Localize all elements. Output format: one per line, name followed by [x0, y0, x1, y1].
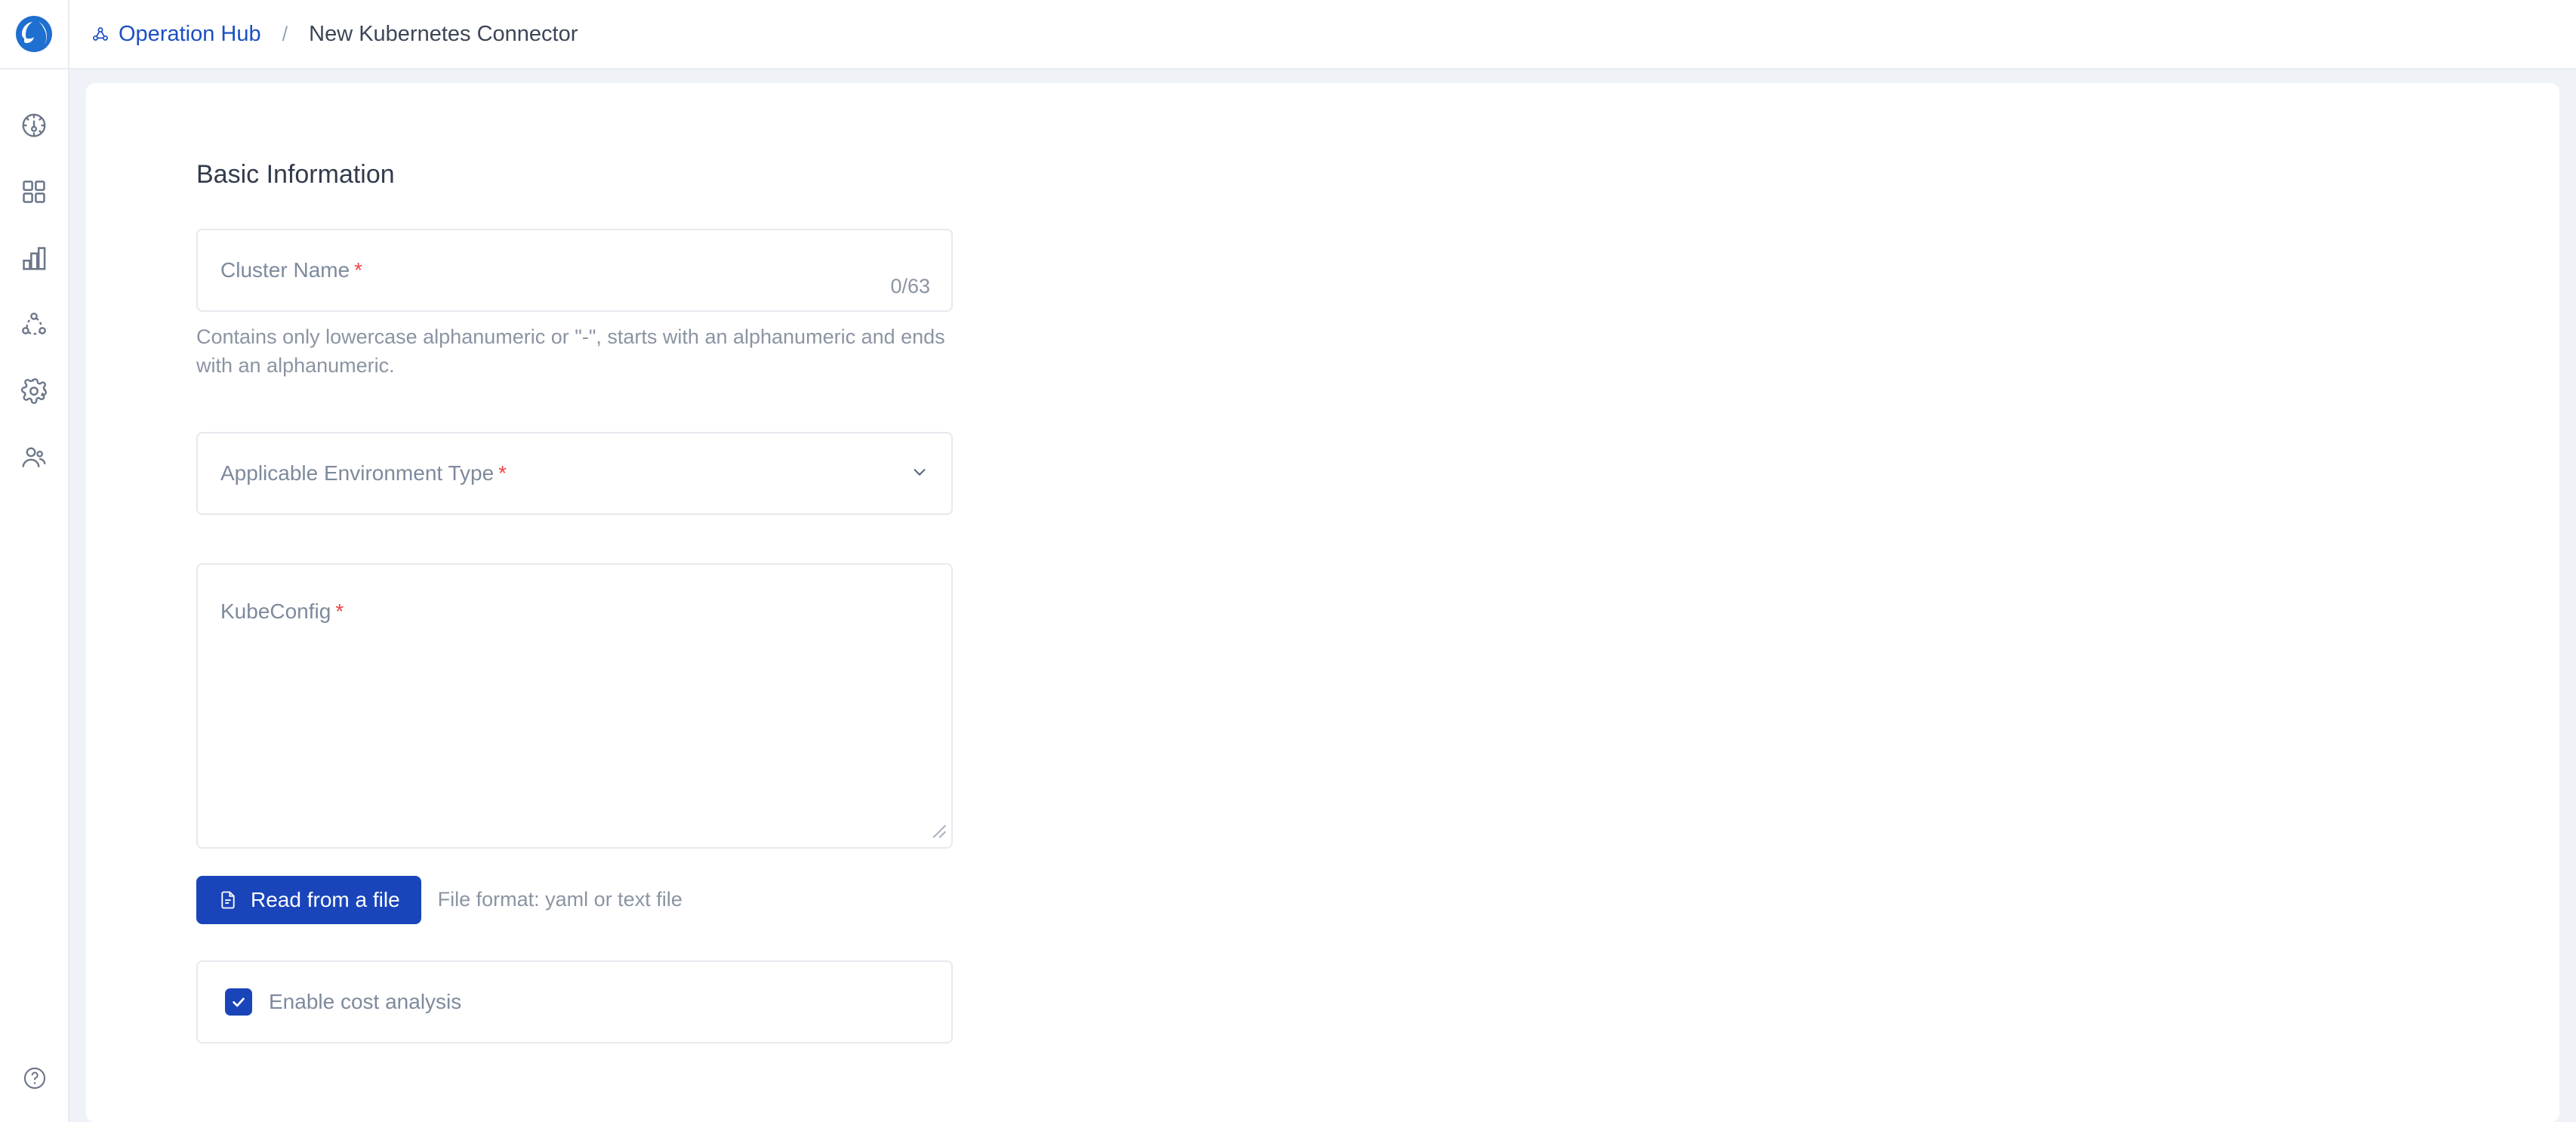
sidebar-items: [0, 92, 69, 491]
cluster-name-counter: 0/63: [890, 275, 930, 297]
main-area: Operation Hub / New Kubernetes Connector…: [69, 0, 2576, 1122]
breadcrumb-operation-hub[interactable]: Operation Hub: [91, 22, 261, 47]
users-icon: [22, 447, 46, 467]
sidebar-item-applications[interactable]: [0, 159, 69, 225]
file-document-icon: [221, 891, 235, 909]
required-asterisk: *: [354, 258, 363, 282]
cluster-name-label-text: Cluster Name: [220, 258, 350, 282]
resize-handle[interactable]: [927, 819, 947, 843]
app-logo[interactable]: [0, 0, 69, 69]
whale-logo-icon: [16, 16, 52, 52]
network-nodes-icon: [22, 313, 46, 335]
read-from-file-button[interactable]: Read from a file: [196, 875, 421, 924]
breadcrumb-separator: /: [282, 22, 288, 45]
help-circle-icon: [23, 1067, 46, 1090]
sidebar: [0, 0, 69, 1122]
grid-apps-icon: [23, 180, 45, 203]
enable-cost-analysis-checkbox[interactable]: [225, 988, 252, 1016]
file-row: Read from a file File format: yaml or te…: [196, 875, 953, 924]
breadcrumb-hub-label: Operation Hub: [119, 21, 261, 46]
kubeconfig-textarea[interactable]: KubeConfig *: [196, 563, 953, 849]
enable-cost-analysis-row[interactable]: Enable cost analysis: [196, 960, 953, 1043]
breadcrumb-current-page: New Kubernetes Connector: [309, 21, 578, 46]
read-from-file-label: Read from a file: [251, 887, 400, 911]
kubeconfig-label-text: KubeConfig: [220, 599, 331, 623]
content-card: Basic Information Cluster Name * 0/63 Con…: [86, 83, 2559, 1122]
breadcrumb: Operation Hub / New Kubernetes Connector: [69, 0, 2576, 69]
environment-type-select[interactable]: Applicable Environment Type *: [196, 431, 953, 515]
sidebar-item-dashboard[interactable]: [0, 92, 69, 159]
app-root: Operation Hub / New Kubernetes Connector…: [0, 0, 2576, 1122]
cluster-name-field[interactable]: Cluster Name * 0/63: [196, 229, 953, 312]
checkmark-icon: [233, 997, 245, 1007]
page-title: Basic Information: [196, 160, 395, 189]
sidebar-item-reports[interactable]: [0, 225, 69, 291]
kubeconfig-label: KubeConfig *: [220, 600, 344, 624]
sidebar-item-users[interactable]: [0, 424, 69, 491]
gauge-icon: [22, 113, 46, 137]
network-hub-icon: [93, 27, 108, 41]
required-asterisk: *: [335, 599, 344, 623]
sidebar-item-help[interactable]: [0, 1056, 69, 1101]
required-asterisk: *: [498, 461, 507, 485]
cluster-name-helper-text: Contains only lowercase alphanumeric or …: [196, 325, 945, 378]
gear-icon: [21, 378, 47, 404]
sidebar-item-settings[interactable]: [0, 358, 69, 424]
file-format-note: File format: yaml or text file: [437, 888, 683, 911]
cluster-name-label: Cluster Name *: [220, 258, 362, 282]
environment-type-label: Applicable Environment Type *: [220, 461, 507, 485]
enable-cost-analysis-label: Enable cost analysis: [269, 989, 462, 1013]
chevron-down-icon: [909, 461, 930, 485]
sidebar-item-connectors[interactable]: [0, 291, 69, 358]
page-background: Basic Information Cluster Name * 0/63 Con…: [69, 69, 2576, 1122]
environment-type-label-text: Applicable Environment Type: [220, 461, 495, 485]
connector-form: Cluster Name * 0/63 Contains only lowerca…: [196, 229, 953, 1043]
bar-chart-icon: [23, 247, 46, 270]
